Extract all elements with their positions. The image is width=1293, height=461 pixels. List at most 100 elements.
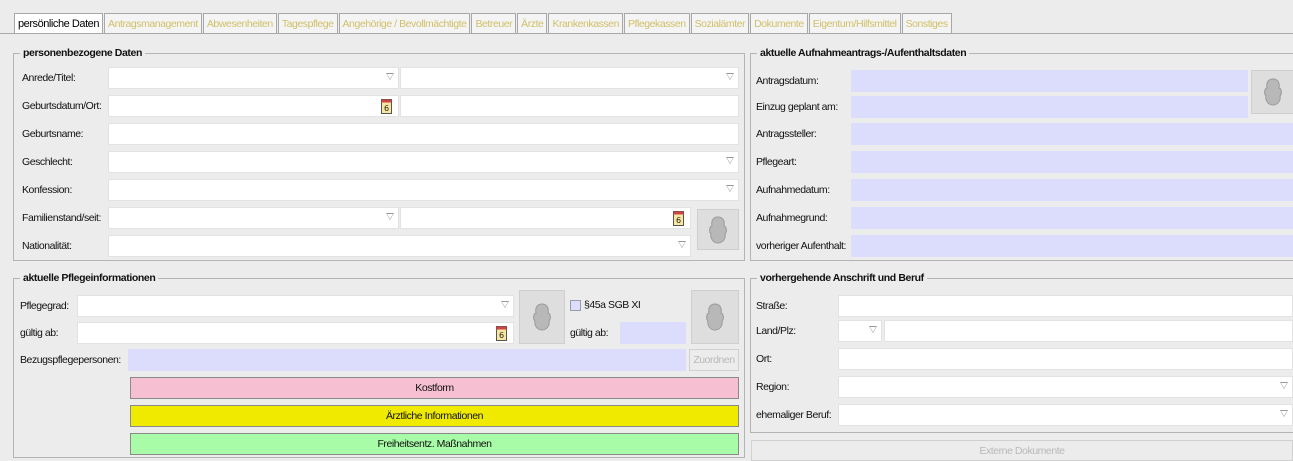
ehemaliger-beruf-select[interactable] [838,404,1293,426]
photo-placeholder[interactable] [697,209,739,250]
strasse-input[interactable] [838,295,1293,317]
chevron-down-icon [1280,382,1288,389]
region-select[interactable] [838,376,1293,398]
calendar-icon[interactable]: 6 [673,210,684,226]
tab-sonstiges[interactable]: Sonstiges [901,13,952,34]
tab-persoenliche-daten[interactable]: persönliche Daten [14,13,104,34]
einzug-label: Einzug geplant am: [756,101,838,113]
familienstand-label: Familienstand/seit: [22,212,101,224]
tab-pflegekassen[interactable]: Pflegekassen [623,13,690,34]
vorheriger-aufenthalt-input[interactable] [851,235,1293,257]
nationalitaet-label: Nationalität: [22,240,72,252]
pflegeart-input[interactable] [851,151,1293,173]
tab-list: persönliche Daten Antragsmanagement Abwe… [14,13,953,34]
antragsdatum-input[interactable] [851,70,1248,92]
chevron-down-icon [386,73,394,80]
geburtsdatum-label: Geburtsdatum/Ort: [22,100,102,112]
tab-divider [0,33,1293,34]
land-select[interactable] [838,320,882,342]
tab-abwesenheiten[interactable]: Abwesenheiten [202,13,277,34]
pflegeart-label: Pflegeart: [756,156,797,168]
ort-label: Ort: [756,353,772,365]
aufnahmegrund-input[interactable] [851,207,1293,229]
familienstand-select[interactable] [108,207,399,229]
admission-data-title: aktuelle Aufnahmeantrags-/Aufenthaltsdat… [757,47,970,60]
chevron-down-icon [726,157,734,164]
geburtsdatum-input[interactable]: 6 [108,95,399,117]
freiheitsentz-massnahmen-button[interactable]: Freiheitsentz. Maßnahmen [130,433,739,455]
tab-antragsmanagement[interactable]: Antragsmanagement [104,13,202,34]
chevron-down-icon [678,241,686,248]
tab-sozialaemter[interactable]: Sozialämter [690,13,750,34]
kostform-button[interactable]: Kostform [130,377,739,399]
pflegegrad-select[interactable] [77,295,514,317]
pflegegrad-photo[interactable] [519,290,565,344]
pflegegrad-label: Pflegegrad: [20,300,69,312]
sgb-gueltig-input[interactable] [620,322,686,344]
calendar-icon[interactable]: 6 [381,98,392,114]
strasse-label: Straße: [756,300,788,312]
tab-eigentum[interactable]: Eigentum/Hilfsmittel [808,13,901,34]
ort-input[interactable] [838,348,1293,370]
svg-text:6: 6 [676,216,681,225]
tab-angehoerige[interactable]: Angehörige / Bevollmächtigte [338,13,471,34]
person-photo-icon [533,303,551,331]
chevron-down-icon [386,213,394,220]
chevron-down-icon [726,73,734,80]
titel-select[interactable] [400,67,739,89]
aerztliche-informationen-button[interactable]: Ärztliche Informationen [130,405,739,427]
plz-input[interactable] [884,320,1293,342]
person-photo-icon [1263,78,1282,106]
chevron-down-icon [501,301,509,308]
gueltig-ab-input[interactable]: 6 [77,322,514,344]
land-plz-label: Land/Plz: [756,325,796,337]
anrede-select[interactable] [108,67,399,89]
bezugspflege-label: Bezugspflegepersonen: [20,354,121,366]
chevron-down-icon [726,185,734,192]
calendar-icon[interactable]: 6 [496,325,507,341]
aufnahmedatum-input[interactable] [851,179,1293,201]
geburtsort-input[interactable] [400,95,739,117]
geschlecht-label: Geschlecht: [22,156,73,168]
care-info-title: aktuelle Pflegeinformationen [20,272,159,285]
sgb-checkbox[interactable] [570,300,581,311]
konfession-select[interactable] [108,179,739,201]
address-title: vorhergehende Anschrift und Beruf [757,272,927,285]
geburtsname-label: Geburtsname: [22,128,84,140]
chevron-down-icon [869,326,877,333]
antragssteller-label: Antragssteller: [756,128,817,140]
ehemaliger-beruf-label: ehemaliger Beruf: [756,409,832,421]
konfession-label: Konfession: [22,184,72,196]
tab-tagespflege[interactable]: Tagespflege [277,13,338,34]
sgb-label: §45a SGB XI [584,299,641,311]
svg-text:6: 6 [384,104,389,113]
zuordnen-button[interactable]: Zuordnen [689,349,739,371]
vorheriger-aufenthalt-label: vorheriger Aufenthalt: [756,240,846,252]
chevron-down-icon [1280,410,1288,417]
tab-bar: persönliche Daten Antragsmanagement Abwe… [0,0,1293,34]
antragssteller-input[interactable] [851,123,1293,145]
svg-text:6: 6 [499,331,504,340]
sgb-photo[interactable] [691,290,739,344]
nationalitaet-select[interactable] [108,235,691,257]
tab-betreuer[interactable]: Betreuer [471,13,517,34]
person-photo-icon [706,303,724,331]
bezugspflege-input[interactable] [128,349,686,371]
anrede-label: Anrede/Titel: [22,72,76,84]
gueltig-ab-label: gültig ab: [20,327,59,339]
personal-data-title: personenbezogene Daten [20,47,145,60]
person-photo-icon [709,215,727,244]
tab-dokumente[interactable]: Dokumente [750,13,808,34]
sgb-gueltig-label: gültig ab: [570,327,609,339]
einzug-input[interactable] [851,96,1248,118]
externe-dokumente-button[interactable]: Externe Dokumente [751,440,1293,461]
region-label: Region: [756,381,790,393]
familienstand-seit-input[interactable]: 6 [400,207,691,229]
tab-aerzte[interactable]: Ärzte [517,13,548,34]
aufnahmedatum-label: Aufnahmedatum: [756,184,830,196]
tab-krankenkassen[interactable]: Krankenkassen [548,13,623,34]
aufnahmegrund-label: Aufnahmegrund: [756,212,828,224]
geburtsname-input[interactable] [108,123,739,145]
admission-photo[interactable] [1251,70,1293,114]
geschlecht-select[interactable] [108,151,739,173]
